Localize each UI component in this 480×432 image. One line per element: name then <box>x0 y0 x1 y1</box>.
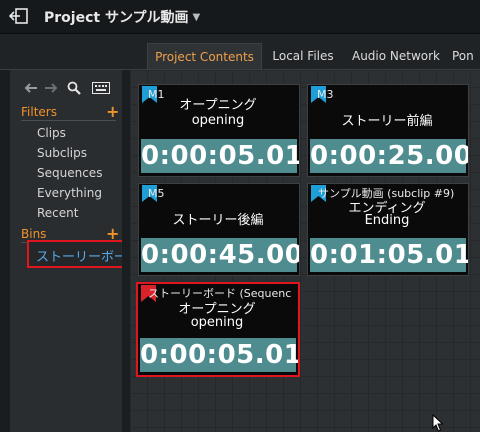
keyboard-icon[interactable] <box>92 82 110 94</box>
tab-bar: Project Contents Local Files Audio Netwo… <box>0 34 480 70</box>
card-title-line2: opening <box>190 315 244 330</box>
add-bin-icon[interactable]: + <box>106 226 119 242</box>
tab-audio-network[interactable]: Audio Network <box>346 43 446 70</box>
card-title-line1: オープニング <box>179 98 257 113</box>
subclip-card[interactable]: サンプル動画 (subclip #9) エンディング Ending 0:01:0… <box>307 183 469 276</box>
left-gutter <box>0 70 10 432</box>
bins-heading: Bins <box>21 227 47 241</box>
card-title-line1: ストーリー前編 <box>341 114 433 129</box>
clip-card[interactable]: M3 ストーリー前編 0:00:25.00 <box>307 84 469 177</box>
duration-label: 0:00:25.00 <box>310 139 469 173</box>
project-menu[interactable]: Project サンプル動画 ▼ <box>44 7 200 27</box>
tab-local-files[interactable]: Local Files <box>264 43 342 70</box>
search-icon[interactable] <box>67 81 81 95</box>
bin-label: ストーリーボード <box>36 250 124 265</box>
chevron-down-icon: ▼ <box>192 12 201 23</box>
clip-card[interactable]: M5 ストーリー後編 0:00:45.00 <box>138 183 300 276</box>
panel-divider[interactable] <box>122 70 130 432</box>
title-bar: Project サンプル動画 ▼ <box>0 0 480 34</box>
filter-everything[interactable]: Everything <box>37 186 102 200</box>
duration-label: 0:01:05.01 <box>310 238 469 272</box>
duration-label: 0:00:05.01 <box>140 338 300 372</box>
add-filter-icon[interactable]: + <box>106 104 119 120</box>
marker-label: M3 <box>317 88 334 101</box>
card-title-line1: ストーリー後編 <box>172 213 264 228</box>
back-arrow-icon[interactable] <box>24 82 38 94</box>
filters-heading: Filters <box>21 105 57 119</box>
project-title: Project サンプル動画 <box>44 10 189 26</box>
filter-subclips[interactable]: Subclips <box>37 146 87 160</box>
tab-pon[interactable]: Pon <box>452 43 480 70</box>
forward-arrow-icon[interactable] <box>44 82 58 94</box>
filters-divider <box>21 120 116 121</box>
tab-project-contents[interactable]: Project Contents <box>147 43 262 70</box>
bin-item-storyboard[interactable]: ストーリーボード <box>27 240 129 268</box>
filter-recent[interactable]: Recent <box>37 206 78 220</box>
sequence-card-selected[interactable]: ストーリーボード (Sequenc オープニング opening 0:00:05… <box>136 282 300 377</box>
card-title-line2: opening <box>191 113 245 128</box>
filter-sequences[interactable]: Sequences <box>37 166 102 180</box>
filter-clips[interactable]: Clips <box>37 126 66 140</box>
exit-project-icon[interactable] <box>9 7 29 25</box>
marker-label: M5 <box>148 187 165 200</box>
card-title-line2: Ending <box>364 213 410 228</box>
mouse-cursor-icon <box>432 414 444 432</box>
clip-card[interactable]: M1 オープニング opening 0:00:05.01 <box>138 84 300 177</box>
duration-label: 0:00:45.00 <box>141 238 300 272</box>
duration-label: 0:00:05.01 <box>141 139 300 173</box>
